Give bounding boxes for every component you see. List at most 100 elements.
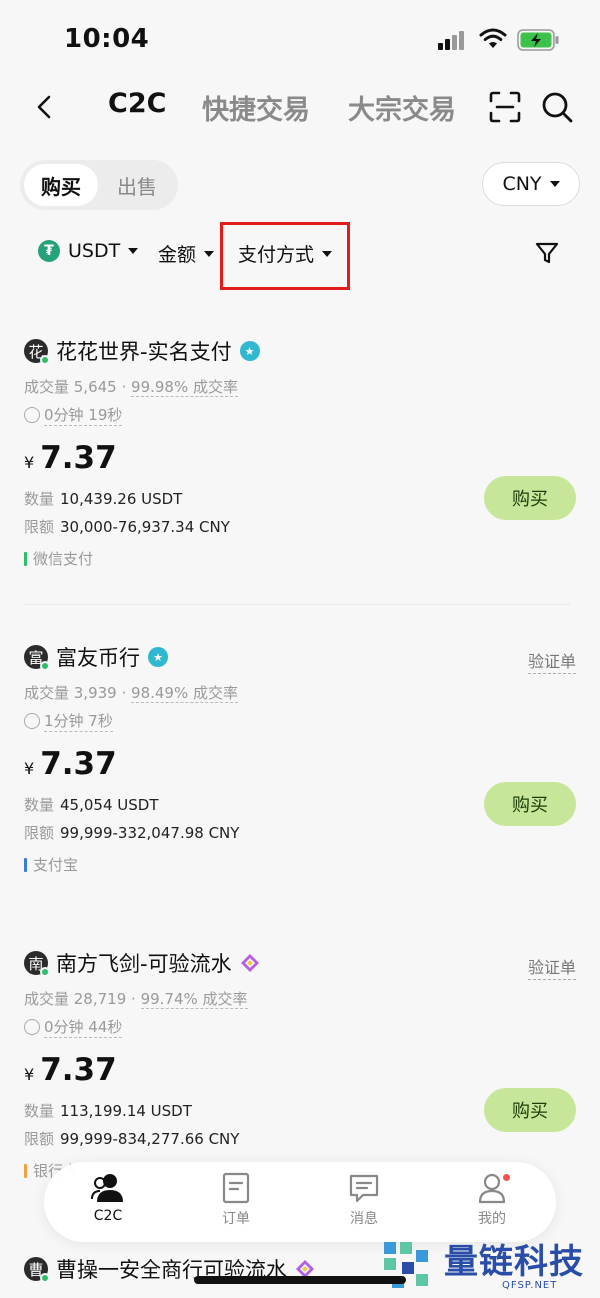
limit-value: 30,000-76,937.34 CNY xyxy=(60,518,230,536)
tab-profile-nav[interactable]: 我的 xyxy=(452,1172,532,1228)
avatar: 曹 xyxy=(24,1257,50,1283)
merchant-row[interactable]: 富 富友币行 ★ xyxy=(24,642,168,672)
order-icon xyxy=(222,1172,250,1204)
clock-icon xyxy=(24,713,40,729)
release-time: 1分钟 7秒 xyxy=(24,710,113,732)
listing-card: 花 花花世界-实名支付 ★ 成交量 5,645 · 99.98% 成交率 0分钟… xyxy=(24,336,576,576)
trade-volume: 成交量 28,719 xyxy=(24,990,127,1008)
buy-mode-button[interactable]: 购买 xyxy=(24,164,98,206)
asset-filter-label: USDT xyxy=(68,240,121,262)
buy-button[interactable]: 购买 xyxy=(484,782,576,826)
watermark-logo: 量链科技 QFSP.NET xyxy=(378,1234,600,1296)
price-value: 7.37 xyxy=(40,746,117,782)
avatar: 南 xyxy=(24,951,50,977)
status-time: 10:04 xyxy=(64,24,150,54)
tab-orders-nav[interactable]: 订单 xyxy=(196,1172,276,1228)
status-bar: 10:04 xyxy=(0,0,600,80)
chevron-down-icon xyxy=(549,181,560,187)
verified-star-icon: ★ xyxy=(239,341,260,361)
merchant-stats: 成交量 5,645 · 99.98% 成交率 xyxy=(24,378,238,397)
buy-button[interactable]: 购买 xyxy=(484,1088,576,1132)
home-indicator xyxy=(194,1276,406,1284)
avatar: 花 xyxy=(24,339,50,365)
diamond-badge-icon xyxy=(240,954,259,972)
online-status-dot xyxy=(40,967,50,977)
quantity-value: 113,199.14 USDT xyxy=(60,1102,192,1120)
watermark-subtext: QFSP.NET xyxy=(502,1280,558,1291)
quantity-row: 数量 113,199.14 USDT xyxy=(24,1100,192,1121)
quantity-row: 数量 45,054 USDT xyxy=(24,794,158,815)
bottom-tab-bar: C2C 订单 消息 我的 xyxy=(44,1162,556,1242)
payment-method-label: 微信支付 xyxy=(33,550,94,568)
watermark-text: 量链科技 xyxy=(444,1242,584,1282)
release-time-value: 1分钟 7秒 xyxy=(44,712,113,732)
currency-symbol: ¥ xyxy=(24,453,35,472)
completion-rate: 98.49% 成交率 xyxy=(131,684,238,703)
annotation-highlight-box xyxy=(220,222,350,290)
watermark-emblem-icon xyxy=(384,1242,428,1288)
asset-filter[interactable]: ₮ USDT xyxy=(38,240,139,262)
amount-filter-label: 金额 xyxy=(158,244,197,266)
tab-messages-nav[interactable]: 消息 xyxy=(324,1172,404,1228)
online-status-dot xyxy=(40,1273,50,1283)
back-arrow-icon[interactable] xyxy=(30,92,60,122)
tab-label: 消息 xyxy=(350,1211,378,1227)
tab-quick-trade[interactable]: 快捷交易 xyxy=(202,88,310,127)
filter-icon[interactable] xyxy=(534,240,560,266)
payment-method: 微信支付 xyxy=(24,548,93,569)
scan-icon[interactable] xyxy=(488,90,522,124)
release-time: 0分钟 44秒 xyxy=(24,1016,123,1038)
divider xyxy=(24,604,570,605)
trade-volume: 成交量 3,939 xyxy=(24,684,117,702)
tab-c2c[interactable]: C2C xyxy=(108,88,166,119)
payment-method-label: 支付宝 xyxy=(33,856,79,874)
tab-label: 我的 xyxy=(478,1211,506,1227)
tab-c2c-nav[interactable]: C2C xyxy=(68,1172,148,1224)
unit-price: ¥ 7.37 xyxy=(24,1052,117,1088)
unit-price: ¥ 7.37 xyxy=(24,746,117,782)
search-icon[interactable] xyxy=(540,90,574,124)
merchant-row[interactable]: 南 南方飞剑-可验流水 xyxy=(24,948,260,978)
release-time-value: 0分钟 19秒 xyxy=(44,406,123,426)
release-time-value: 0分钟 44秒 xyxy=(44,1018,123,1038)
listing-card: 南 南方飞剑-可验流水 验证单 成交量 28,719 · 99.74% 成交率 … xyxy=(24,948,576,1188)
tab-label: C2C xyxy=(93,1208,123,1224)
verify-order-link[interactable]: 验证单 xyxy=(527,954,576,980)
quantity-label: 数量 xyxy=(24,490,55,508)
chevron-down-icon xyxy=(204,250,215,257)
trade-volume: 成交量 5,645 xyxy=(24,378,117,396)
chevron-down-icon xyxy=(128,248,139,254)
tab-label: 订单 xyxy=(222,1211,250,1227)
limit-label: 限额 xyxy=(24,1130,55,1148)
avatar: 富 xyxy=(24,645,50,671)
currency-select[interactable]: CNY xyxy=(482,162,580,206)
quantity-value: 45,054 USDT xyxy=(60,796,159,814)
quantity-label: 数量 xyxy=(24,796,55,814)
quantity-value: 10,439.26 USDT xyxy=(60,490,183,508)
merchant-row[interactable]: 花 花花世界-实名支付 ★ xyxy=(24,336,260,366)
amount-filter[interactable]: 金额 xyxy=(158,240,215,267)
main-content: 购买 出售 CNY ₮ USDT 金额 支付方式 花 花花世界-实名支付 ★ 成… xyxy=(0,142,600,1298)
limit-label: 限额 xyxy=(24,518,55,536)
completion-rate: 99.74% 成交率 xyxy=(140,990,248,1009)
online-status-dot xyxy=(40,661,50,671)
buy-button[interactable]: 购买 xyxy=(484,476,576,520)
payment-method: 支付宝 xyxy=(24,854,78,875)
payment-color-bar xyxy=(24,1163,27,1178)
price-value: 7.37 xyxy=(40,1052,117,1088)
completion-rate: 99.98% 成交率 xyxy=(131,378,238,397)
sell-mode-button[interactable]: 出售 xyxy=(100,164,174,206)
buy-sell-toggle: 购买 出售 xyxy=(20,160,178,210)
listing-card: 富 富友币行 ★ 验证单 成交量 3,939 · 98.49% 成交率 1分钟 … xyxy=(24,642,576,882)
limit-value: 99,999-834,277.66 CNY xyxy=(60,1130,240,1148)
tab-block-trade[interactable]: 大宗交易 xyxy=(348,88,456,127)
verify-order-link[interactable]: 验证单 xyxy=(527,648,576,674)
top-nav: C2C 快捷交易 大宗交易 xyxy=(0,80,600,138)
merchant-name: 南方飞剑-可验流水 xyxy=(56,952,232,976)
limit-label: 限额 xyxy=(24,824,55,842)
payment-color-bar xyxy=(24,857,27,872)
price-value: 7.37 xyxy=(40,440,117,476)
battery-charging-icon xyxy=(517,29,559,51)
merchant-stats: 成交量 3,939 · 98.49% 成交率 xyxy=(24,684,238,703)
release-time: 0分钟 19秒 xyxy=(24,404,123,426)
